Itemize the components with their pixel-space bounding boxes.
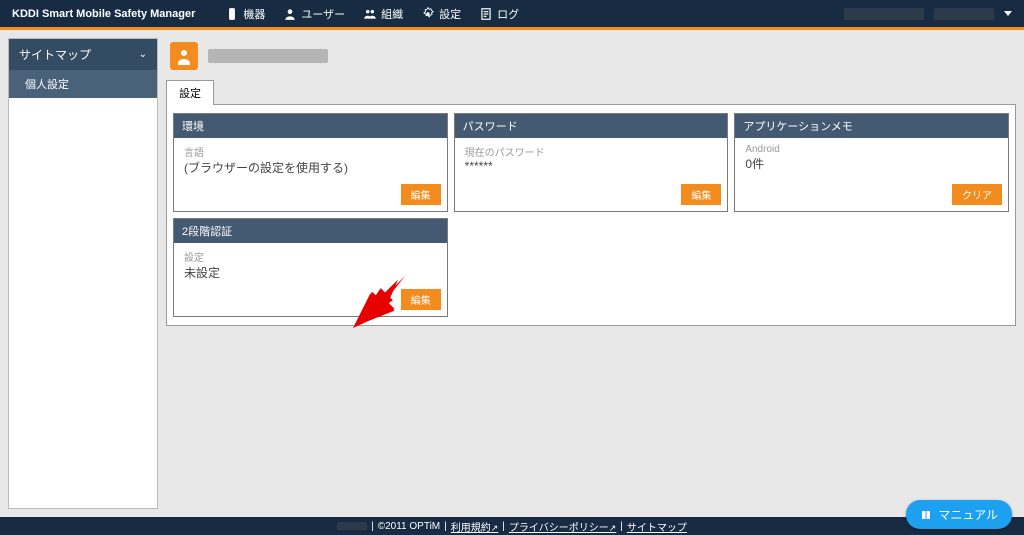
- annotation-arrow: [352, 276, 406, 328]
- redacted-username: [208, 49, 328, 63]
- footer: | ©2011 OPTiM | 利用規約↗ | プライバシーポリシー↗ | サイ…: [0, 517, 1024, 535]
- external-icon: ↗: [491, 523, 499, 533]
- card-title: パスワード: [455, 114, 728, 138]
- card-password: パスワード 現在のパスワード ****** 編集: [454, 113, 729, 212]
- footer-link-terms[interactable]: 利用規約↗: [451, 519, 499, 534]
- redacted-footer: [337, 522, 367, 530]
- card-value: 0件: [745, 155, 998, 172]
- sidebar: サイトマップ ⌄ 個人設定: [8, 38, 158, 509]
- card-title: 2段階認証: [174, 219, 447, 243]
- redacted-user: [934, 8, 994, 20]
- edit-password-button[interactable]: 編集: [681, 184, 721, 205]
- external-icon: ↗: [609, 523, 617, 533]
- card-value: (ブラウザーの設定を使用する): [184, 159, 437, 176]
- card-label: 設定: [184, 249, 437, 264]
- sidebar-title: サイトマップ: [19, 46, 91, 63]
- chevron-down-icon: ⌄: [139, 49, 147, 60]
- card-title: アプリケーションメモ: [735, 114, 1008, 138]
- org-icon: [363, 7, 377, 21]
- main-content: 設定 環境 言語 (ブラウザーの設定を使用する) 編集 パスワード: [162, 30, 1024, 517]
- sidebar-item-label: 個人設定: [25, 79, 69, 91]
- topbar: KDDI Smart Mobile Safety Manager 機器 ユーザー…: [0, 0, 1024, 30]
- user-icon: [283, 7, 297, 21]
- redacted-company: [844, 8, 924, 20]
- nav-org[interactable]: 組織: [363, 6, 403, 22]
- sidebar-item-personal-settings[interactable]: 個人設定: [9, 70, 157, 98]
- footer-sep: |: [444, 521, 447, 532]
- link-label: サイトマップ: [627, 523, 687, 534]
- card-environment: 環境 言語 (ブラウザーの設定を使用する) 編集: [173, 113, 448, 212]
- tabs: 設定: [166, 80, 1016, 105]
- avatar: [170, 42, 198, 70]
- main-nav: 機器 ユーザー 組織 設定 ログ: [225, 6, 844, 22]
- footer-sep: |: [371, 521, 374, 532]
- nav-log[interactable]: ログ: [479, 6, 519, 22]
- nav-devices[interactable]: 機器: [225, 6, 265, 22]
- tab-settings[interactable]: 設定: [166, 80, 214, 105]
- manual-button[interactable]: マニュアル: [906, 500, 1012, 529]
- edit-mfa-button[interactable]: 編集: [401, 289, 441, 310]
- card-label: 言語: [184, 144, 437, 159]
- footer-sep: |: [620, 521, 623, 532]
- card-label: Android: [745, 144, 998, 155]
- chevron-down-icon: [1004, 11, 1012, 16]
- copyright: ©2011 OPTiM: [378, 521, 440, 532]
- settings-panel: 環境 言語 (ブラウザーの設定を使用する) 編集 パスワード 現在のパスワード …: [166, 104, 1016, 326]
- user-info[interactable]: [844, 8, 1012, 20]
- card-label: 現在のパスワード: [465, 144, 718, 159]
- gear-icon: [421, 7, 435, 21]
- nav-settings[interactable]: 設定: [421, 6, 461, 22]
- book-icon: [920, 509, 932, 521]
- footer-link-privacy[interactable]: プライバシーポリシー↗: [509, 519, 616, 534]
- app-title: KDDI Smart Mobile Safety Manager: [12, 8, 195, 20]
- device-icon: [225, 7, 239, 21]
- footer-sep: |: [502, 521, 505, 532]
- edit-env-button[interactable]: 編集: [401, 184, 441, 205]
- card-value: ******: [465, 159, 718, 173]
- link-label: 利用規約: [451, 523, 491, 534]
- link-label: プライバシーポリシー: [509, 523, 609, 534]
- log-icon: [479, 7, 493, 21]
- footer-link-sitemap[interactable]: サイトマップ: [627, 519, 687, 534]
- nav-label: ログ: [497, 6, 519, 22]
- tab-label: 設定: [179, 88, 201, 100]
- sidebar-header[interactable]: サイトマップ ⌄: [9, 39, 157, 70]
- card-app-memo: アプリケーションメモ Android 0件 クリア: [734, 113, 1009, 212]
- nav-label: 組織: [381, 6, 403, 22]
- nav-label: 機器: [243, 6, 265, 22]
- nav-users[interactable]: ユーザー: [283, 6, 345, 22]
- clear-appmemo-button[interactable]: クリア: [952, 184, 1002, 205]
- manual-label: マニュアル: [938, 506, 998, 523]
- card-mfa: 2段階認証 設定 未設定 編集: [173, 218, 448, 317]
- nav-label: ユーザー: [301, 6, 345, 22]
- nav-label: 設定: [439, 6, 461, 22]
- profile-header: [170, 42, 1016, 70]
- card-title: 環境: [174, 114, 447, 138]
